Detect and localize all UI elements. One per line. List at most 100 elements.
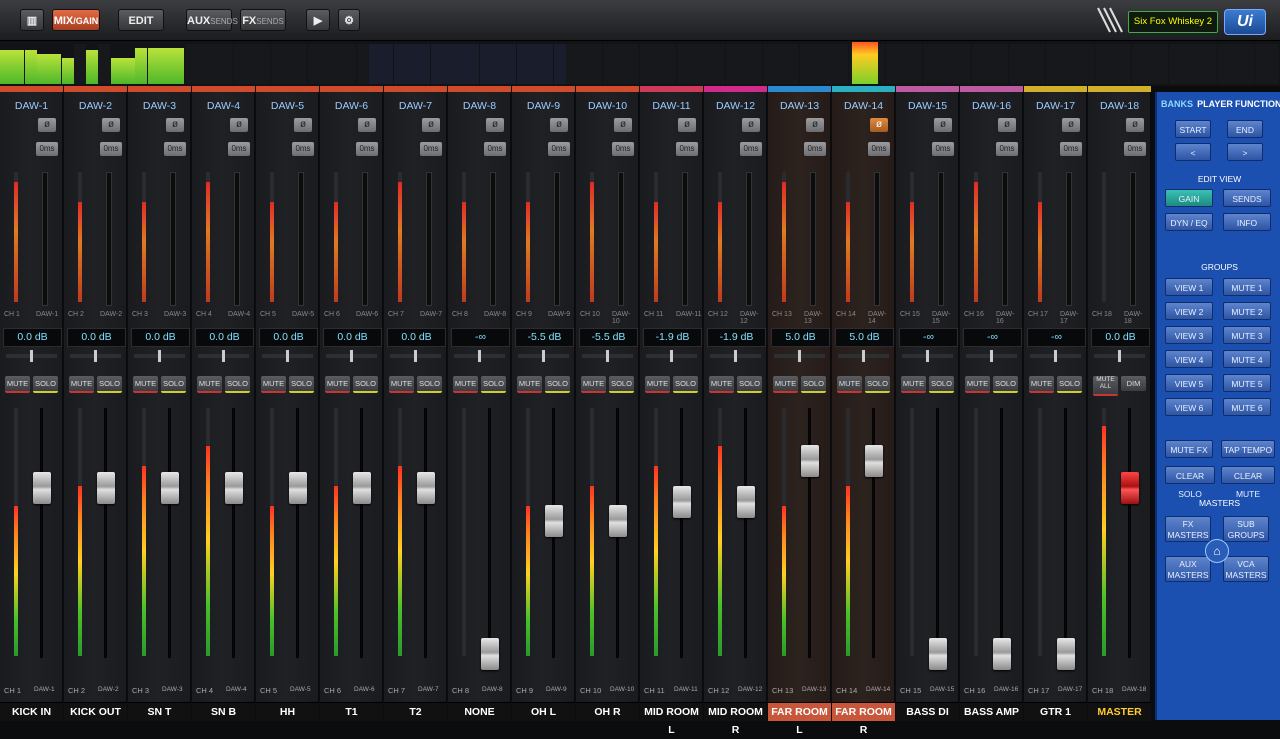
fader-cap[interactable] bbox=[1057, 638, 1075, 670]
gain-track[interactable] bbox=[1066, 172, 1072, 306]
solo-button[interactable]: SOLO bbox=[545, 376, 570, 393]
daw-input-label[interactable]: DAW-13 bbox=[768, 98, 831, 114]
group-mute-button[interactable]: MUTE 6 bbox=[1223, 398, 1271, 416]
pan-knob[interactable] bbox=[478, 350, 481, 362]
pan-knob[interactable] bbox=[1118, 350, 1121, 362]
delay-button[interactable]: 0ms bbox=[612, 142, 634, 156]
delay-button[interactable]: 0ms bbox=[996, 142, 1018, 156]
gain-value-display[interactable]: -5.5 dB bbox=[579, 328, 638, 347]
fader-cap[interactable] bbox=[609, 504, 627, 537]
gain-value-display[interactable]: 0.0 dB bbox=[195, 328, 254, 347]
clear-solo-button[interactable]: CLEAR SOLO bbox=[1165, 466, 1215, 499]
gain-value-display[interactable]: -∞ bbox=[963, 328, 1022, 347]
tab-banks[interactable]: BANKS bbox=[1159, 96, 1195, 112]
gain-track[interactable] bbox=[874, 172, 880, 306]
fader-cap[interactable] bbox=[481, 638, 499, 670]
gain-track[interactable] bbox=[682, 172, 688, 306]
gain-track[interactable] bbox=[490, 172, 496, 306]
dyn-eq-view-button[interactable]: DYN / EQ bbox=[1165, 213, 1213, 231]
fader-cap[interactable] bbox=[993, 638, 1011, 670]
fader-cap[interactable] bbox=[673, 486, 691, 519]
fader-cap[interactable] bbox=[161, 472, 179, 505]
settings-button[interactable]: ⚙ bbox=[338, 9, 360, 31]
mute-button[interactable]: MUTE bbox=[261, 376, 286, 393]
delay-button[interactable]: 0ms bbox=[1060, 142, 1082, 156]
daw-input-label[interactable]: DAW-4 bbox=[192, 98, 255, 114]
pan-knob[interactable] bbox=[798, 350, 801, 362]
overview-meter-bridge[interactable] bbox=[0, 41, 1280, 86]
phase-invert-button[interactable]: ø bbox=[166, 118, 184, 132]
gain-track[interactable] bbox=[618, 172, 624, 306]
solo-button[interactable]: SOLO bbox=[1057, 376, 1082, 393]
mute-button[interactable]: MUTE bbox=[389, 376, 414, 393]
channel-name[interactable]: GTR 1 bbox=[1024, 702, 1087, 721]
channel-name[interactable]: T1 bbox=[320, 702, 383, 721]
gain-track[interactable] bbox=[810, 172, 816, 306]
gain-value-display[interactable]: 0.0 dB bbox=[131, 328, 190, 347]
phase-invert-button[interactable]: ø bbox=[678, 118, 696, 132]
solo-button[interactable]: SOLO bbox=[737, 376, 762, 393]
daw-input-label[interactable]: DAW-9 bbox=[512, 98, 575, 114]
daw-input-label[interactable]: DAW-7 bbox=[384, 98, 447, 114]
gain-track[interactable] bbox=[426, 172, 432, 306]
channel-name[interactable]: OH R bbox=[576, 702, 639, 721]
delay-button[interactable]: 0ms bbox=[548, 142, 570, 156]
gain-value-display[interactable]: -∞ bbox=[899, 328, 958, 347]
delay-button[interactable]: 0ms bbox=[932, 142, 954, 156]
delay-button[interactable]: 0ms bbox=[804, 142, 826, 156]
pan-knob[interactable] bbox=[158, 350, 161, 362]
pan-knob[interactable] bbox=[350, 350, 353, 362]
daw-input-label[interactable]: DAW-11 bbox=[640, 98, 703, 114]
pan-knob[interactable] bbox=[606, 350, 609, 362]
pan-knob[interactable] bbox=[542, 350, 545, 362]
phase-invert-button[interactable]: ø bbox=[294, 118, 312, 132]
aux-masters-button[interactable]: AUX MASTERS bbox=[1165, 556, 1211, 582]
mix-gain-button[interactable]: MIX/GAIN bbox=[52, 9, 100, 31]
daw-input-label[interactable]: DAW-1 bbox=[0, 98, 63, 114]
sub-groups-button[interactable]: SUB GROUPS bbox=[1223, 516, 1269, 542]
fader-cap[interactable] bbox=[737, 486, 755, 519]
gain-track[interactable] bbox=[1130, 172, 1136, 306]
mute-button[interactable]: MUTE bbox=[69, 376, 94, 393]
mute-button[interactable]: MUTE bbox=[1029, 376, 1054, 393]
solo-button[interactable]: SOLO bbox=[865, 376, 890, 393]
vca-masters-button[interactable]: VCA MASTERS bbox=[1223, 556, 1269, 582]
mixer-menu-button[interactable]: ▥ bbox=[20, 9, 44, 31]
gain-track[interactable] bbox=[170, 172, 176, 306]
tab-functions[interactable]: FUNCTIONS bbox=[1235, 96, 1280, 112]
solo-button[interactable]: SOLO bbox=[993, 376, 1018, 393]
phase-invert-button[interactable]: ø bbox=[614, 118, 632, 132]
gain-value-display[interactable]: 5.0 dB bbox=[835, 328, 894, 347]
delay-button[interactable]: 0ms bbox=[484, 142, 506, 156]
channel-name[interactable]: MASTER bbox=[1088, 702, 1151, 721]
phase-invert-button[interactable]: ø bbox=[742, 118, 760, 132]
channel-name[interactable]: FAR ROOM R bbox=[832, 702, 895, 736]
fader-track[interactable] bbox=[936, 408, 939, 658]
channel-name[interactable]: BASS DI bbox=[896, 702, 959, 721]
gain-value-display[interactable]: 0.0 dB bbox=[1091, 328, 1150, 347]
bank-end-button[interactable]: END bbox=[1227, 120, 1263, 138]
edit-button[interactable]: EDIT bbox=[118, 9, 164, 31]
solo-button[interactable]: SOLO bbox=[97, 376, 122, 393]
mute-button[interactable]: MUTE bbox=[645, 376, 670, 393]
fader-track[interactable] bbox=[232, 408, 235, 658]
delay-button[interactable]: 0ms bbox=[356, 142, 378, 156]
solo-button[interactable]: SOLO bbox=[161, 376, 186, 393]
gain-view-button[interactable]: GAIN bbox=[1165, 189, 1213, 207]
fader-cap[interactable] bbox=[1121, 472, 1139, 505]
fader-track[interactable] bbox=[360, 408, 363, 658]
gain-value-display[interactable]: 0.0 dB bbox=[259, 328, 318, 347]
solo-button[interactable]: SOLO bbox=[801, 376, 826, 393]
daw-input-label[interactable]: DAW-17 bbox=[1024, 98, 1087, 114]
phase-invert-button[interactable]: ø bbox=[1062, 118, 1080, 132]
gain-value-display[interactable]: 0.0 dB bbox=[67, 328, 126, 347]
mute-fx-button[interactable]: MUTE FX bbox=[1165, 440, 1213, 458]
fader-cap[interactable] bbox=[97, 472, 115, 505]
delay-button[interactable]: 0ms bbox=[676, 142, 698, 156]
fader-cap[interactable] bbox=[929, 638, 947, 670]
channel-name[interactable]: T2 bbox=[384, 702, 447, 721]
daw-input-label[interactable]: DAW-8 bbox=[448, 98, 511, 114]
fader-cap[interactable] bbox=[417, 472, 435, 505]
pan-knob[interactable] bbox=[414, 350, 417, 362]
bank-next-button[interactable]: > bbox=[1227, 143, 1263, 161]
